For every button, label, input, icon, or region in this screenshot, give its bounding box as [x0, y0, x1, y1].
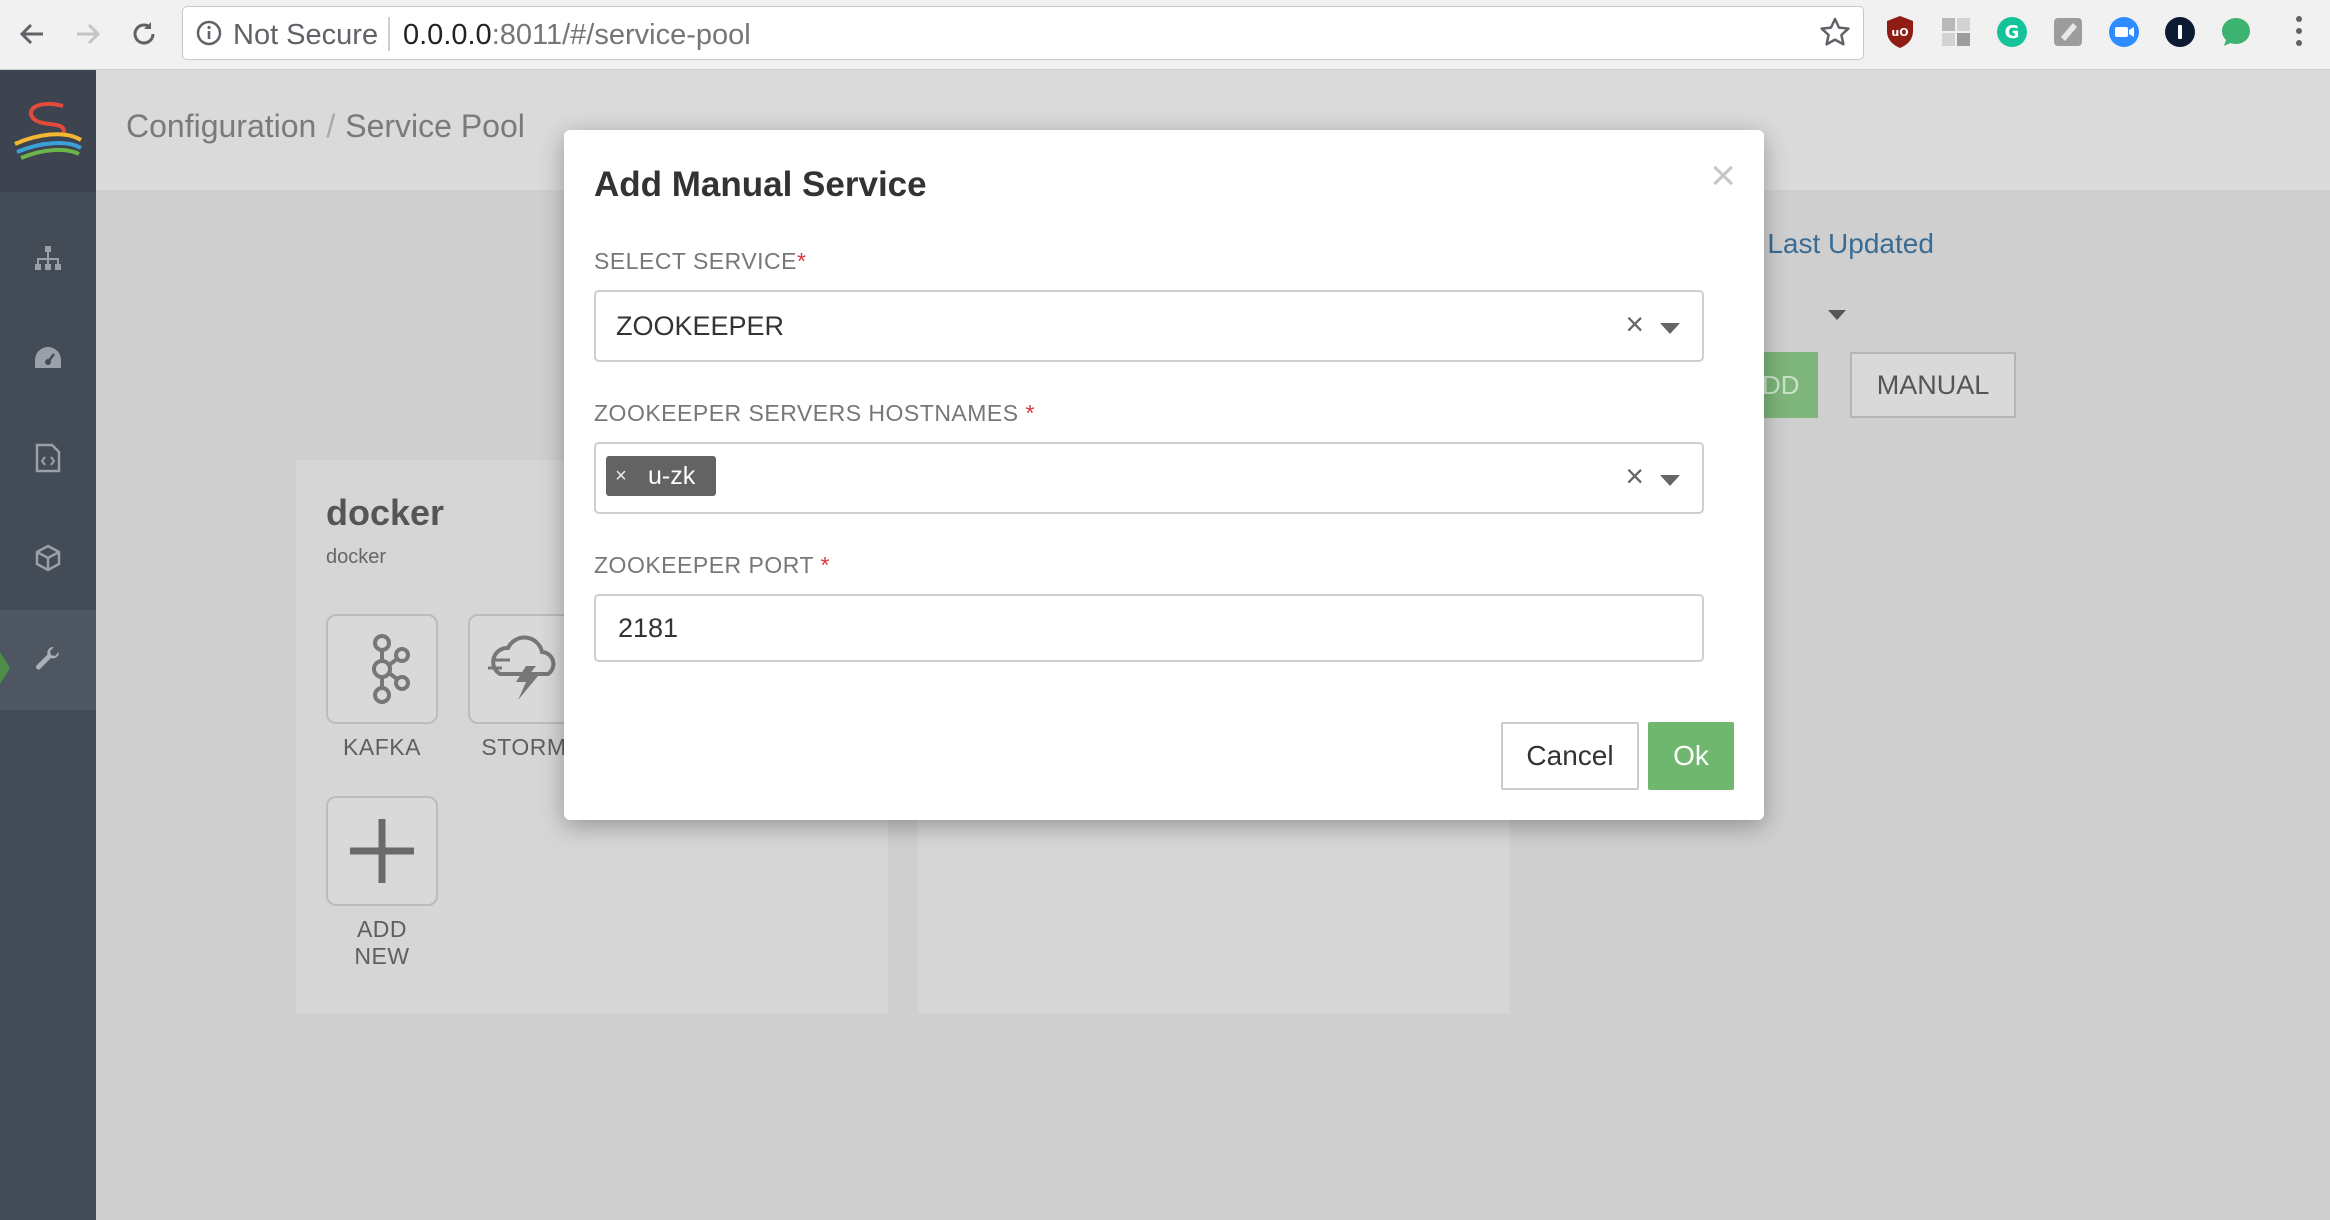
required-marker: *: [820, 552, 830, 578]
forward-icon[interactable]: [64, 10, 112, 58]
service-label: KAFKA: [343, 734, 421, 760]
select-service-dropdown[interactable]: ZOOKEEPER ×: [594, 290, 1704, 362]
sidebar-item-configuration[interactable]: [0, 610, 96, 710]
breadcrumb-configuration[interactable]: Configuration: [126, 108, 316, 144]
chevron-down-icon[interactable]: [1660, 323, 1680, 334]
address-bar[interactable]: Not Secure 0.0.0.0:8011/#/service-pool: [182, 6, 1864, 60]
chevron-down-icon[interactable]: [1660, 475, 1680, 486]
note-extension-icon[interactable]: [2050, 14, 2086, 50]
security-label: Not Secure: [233, 19, 379, 51]
back-icon[interactable]: [8, 10, 56, 58]
sort-value[interactable]: Last Updated: [1767, 228, 1934, 259]
code-file-icon: [35, 443, 61, 478]
pool-subtitle: docker: [326, 546, 387, 568]
sidebar-item-packages[interactable]: [0, 510, 96, 610]
add-new-service[interactable]: ADD NEW: [326, 796, 438, 970]
label-text: ZOOKEEPER PORT: [594, 552, 814, 578]
close-icon[interactable]: ×: [1710, 154, 1736, 198]
add-manual-service-modal: Add Manual Service × SELECT SERVICE* ZOO…: [564, 130, 1764, 820]
ok-button[interactable]: Ok: [1648, 722, 1734, 790]
svg-text:uO: uO: [1891, 26, 1908, 39]
port-input[interactable]: [594, 594, 1704, 662]
hostnames-label: ZOOKEEPER SERVERS HOSTNAMES *: [594, 400, 1035, 427]
active-indicator: [0, 652, 10, 684]
url-path: :8011/#/service-pool: [491, 19, 751, 51]
sort-control[interactable]: t: Last Updated: [1744, 228, 1934, 260]
reload-icon[interactable]: [120, 10, 168, 58]
service-kafka[interactable]: KAFKA: [326, 614, 438, 761]
add-new-label: ADD NEW: [354, 916, 410, 969]
label-text: ZOOKEEPER SERVERS HOSTNAMES: [594, 400, 1019, 426]
divider: [388, 17, 390, 51]
browser-menu-icon[interactable]: [2296, 16, 2304, 48]
grid-extension-icon[interactable]: [1938, 14, 1974, 50]
onepassword-icon[interactable]: [2162, 14, 2198, 50]
select-service-label: SELECT SERVICE*: [594, 248, 806, 275]
hostname-tag: × u-zk: [606, 456, 716, 496]
breadcrumb-separator: /: [326, 108, 336, 144]
sidebar-item-dashboard[interactable]: [0, 310, 96, 410]
zoom-icon[interactable]: [2106, 14, 2142, 50]
sidebar: [0, 70, 96, 1220]
hostnames-multiselect[interactable]: × u-zk ×: [594, 442, 1704, 514]
grammarly-icon[interactable]: G: [1994, 14, 2030, 50]
required-marker: *: [1025, 400, 1035, 426]
browser-toolbar: Not Secure 0.0.0.0:8011/#/service-pool u…: [0, 0, 2330, 70]
sidebar-item-code[interactable]: [0, 410, 96, 510]
required-marker: *: [797, 248, 807, 274]
breadcrumb-current: Service Pool: [345, 108, 525, 144]
app-logo[interactable]: [0, 70, 96, 192]
url-text: 0.0.0.0:8011/#/service-pool: [403, 19, 751, 52]
clear-selection-icon[interactable]: ×: [1625, 458, 1644, 495]
sidebar-item-topology[interactable]: [0, 210, 96, 310]
port-label: ZOOKEEPER PORT *: [594, 552, 830, 579]
dropdown-caret-icon[interactable]: [1828, 310, 1846, 320]
modal-title: Add Manual Service: [594, 165, 927, 204]
info-icon[interactable]: [195, 19, 223, 52]
pool-title: docker: [326, 492, 445, 533]
manual-button[interactable]: MANUAL: [1850, 352, 2016, 418]
package-icon: [34, 544, 62, 577]
cancel-button[interactable]: Cancel: [1501, 722, 1639, 790]
selected-service: ZOOKEEPER: [616, 311, 785, 341]
tag-label: u-zk: [648, 461, 696, 490]
url-host: 0.0.0.0: [403, 19, 492, 51]
clear-selection-icon[interactable]: ×: [1625, 306, 1644, 343]
breadcrumb: Configuration / Service Pool: [126, 108, 525, 145]
svg-text:G: G: [2005, 22, 2020, 43]
bookmark-star-icon[interactable]: [1819, 16, 1851, 53]
dashboard-icon: [33, 345, 63, 376]
kafka-icon: [326, 614, 438, 724]
chat-bubble-icon[interactable]: [2218, 14, 2254, 50]
sitemap-icon: [34, 244, 62, 277]
remove-tag-icon[interactable]: ×: [606, 465, 636, 488]
wrench-icon: [34, 644, 62, 677]
plus-icon: [326, 796, 438, 906]
ublock-origin-icon[interactable]: uO: [1882, 14, 1918, 50]
label-text: SELECT SERVICE: [594, 248, 798, 274]
